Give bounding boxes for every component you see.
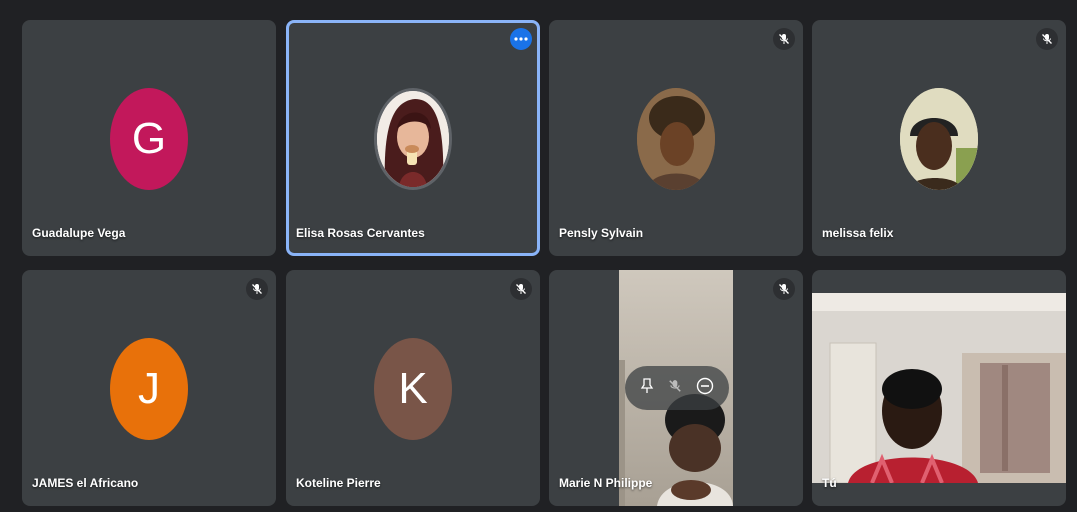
more-options-button[interactable] — [510, 28, 532, 50]
self-video-feed — [812, 293, 1066, 483]
avatar: K — [374, 338, 452, 440]
avatar — [374, 88, 452, 190]
participant-tile-koteline-pierre[interactable]: K Koteline Pierre — [286, 270, 540, 506]
mic-off-icon — [252, 284, 262, 294]
participant-tile-guadalupe-vega[interactable]: G Guadalupe Vega — [22, 20, 276, 256]
pin-icon — [640, 377, 654, 393]
participant-tile-elisa-rosas-cervantes[interactable]: Elisa Rosas Cervantes — [286, 20, 540, 256]
mic-off-icon — [779, 34, 789, 44]
remove-participant-button[interactable] — [696, 377, 714, 400]
video-frame — [812, 293, 1066, 483]
avatar — [900, 88, 978, 190]
participant-tile-self[interactable]: Tú — [812, 270, 1066, 506]
mic-off-indicator — [1036, 28, 1058, 50]
mic-off-indicator — [246, 278, 268, 300]
mic-off-icon — [669, 379, 681, 392]
avatar — [637, 88, 715, 190]
profile-photo — [900, 88, 978, 190]
pin-button[interactable] — [640, 377, 654, 399]
avatar: J — [110, 338, 188, 440]
more-options-icon — [514, 37, 528, 41]
mic-off-indicator — [773, 278, 795, 300]
tile-hover-controls — [625, 366, 729, 410]
mic-off-indicator — [510, 278, 532, 300]
participant-name: melissa felix — [822, 226, 894, 240]
participant-tile-marie-n-philippe[interactable]: Marie N Philippe — [549, 270, 803, 506]
participant-name: Marie N Philippe — [559, 476, 653, 490]
avatar: G — [110, 88, 188, 190]
participant-name: Pensly Sylvain — [559, 226, 644, 240]
mic-off-icon — [516, 284, 526, 294]
mic-off-icon — [779, 284, 789, 294]
mic-off-icon — [1042, 34, 1052, 44]
participant-tile-melissa-felix[interactable]: melissa felix — [812, 20, 1066, 256]
mute-participant-button[interactable] — [668, 378, 682, 399]
participant-tile-pensly-sylvain[interactable]: Pensly Sylvain — [549, 20, 803, 256]
participant-name: JAMES el Africano — [32, 476, 139, 490]
avatar-initial: J — [138, 364, 160, 413]
participant-name: Koteline Pierre — [296, 476, 381, 490]
mic-off-indicator — [773, 28, 795, 50]
participant-name: Guadalupe Vega — [32, 226, 126, 240]
remove-icon — [696, 377, 714, 394]
avatar-initial: G — [131, 114, 167, 163]
participant-name: Tú — [822, 476, 837, 490]
participant-name: Elisa Rosas Cervantes — [296, 226, 425, 240]
profile-photo — [637, 88, 715, 190]
avatar-initial: K — [398, 364, 428, 413]
participant-tile-james-el-africano[interactable]: J JAMES el Africano — [22, 270, 276, 506]
meeting-grid: G Guadalupe Vega Elisa Rosas Cervantes P… — [0, 0, 1077, 512]
profile-photo — [377, 91, 449, 187]
